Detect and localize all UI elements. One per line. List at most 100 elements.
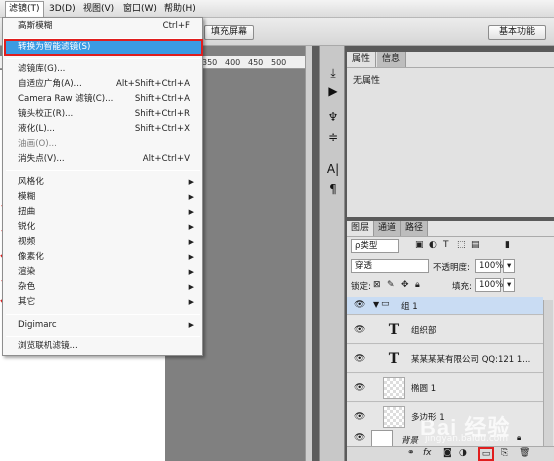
link-layers-icon[interactable]: ⚭ <box>407 448 415 458</box>
menu-filter[interactable]: 滤镜(T) <box>5 1 44 18</box>
layer-group-row[interactable]: 👁︎ ▼ ▭ 组 1 <box>347 297 543 315</box>
menu-item-video[interactable]: 视频 ▶ <box>3 235 202 250</box>
submenu-arrow-icon: ▶ <box>188 298 194 306</box>
new-layer-icon[interactable]: ⎘ <box>501 448 508 458</box>
delete-layer-icon[interactable]: 🗑︎ <box>519 448 530 458</box>
lock-label: 锁定: <box>351 282 371 292</box>
tab-paths[interactable]: 路径 <box>401 221 429 236</box>
menu-item-label: 扭曲 <box>18 207 36 217</box>
menu-item-label: 液化(L)... <box>18 124 55 134</box>
lock-pixels-icon[interactable]: ✎ <box>387 280 395 290</box>
blend-mode-select[interactable]: 穿透 <box>351 259 429 273</box>
type-layer-icon: T <box>388 322 400 338</box>
ruler-tick: 450 <box>248 58 264 67</box>
opacity-dropdown[interactable]: ▾ <box>503 259 515 273</box>
actions-play-icon[interactable]: ▶ <box>324 82 342 100</box>
lock-all-icon[interactable]: 🔒︎ <box>415 280 420 290</box>
layer-name: 背景 <box>401 436 419 446</box>
submenu-arrow-icon: ▶ <box>188 283 194 291</box>
eye-icon[interactable]: 👁︎ <box>354 433 365 443</box>
menu-item-label: 高斯模糊 <box>18 21 53 31</box>
menu-item-last-filter[interactable]: 高斯模糊 Ctrl+F <box>3 19 202 34</box>
lock-icon: 🔒︎ <box>517 433 522 442</box>
expand-triangle-icon[interactable]: ▼ <box>373 300 379 309</box>
adjustment-filter-icon[interactable]: ◐ <box>429 240 437 250</box>
layer-row[interactable]: 👁︎ T 某某某某有限公司 QQ:121 1... <box>347 345 543 373</box>
menu-item-liquify[interactable]: 液化(L)... Shift+Ctrl+X <box>3 122 202 137</box>
eye-icon[interactable]: 👁︎ <box>354 325 365 335</box>
menu-item-adaptive-wide-angle[interactable]: 自适应广角(A)... Alt+Shift+Ctrl+A <box>3 77 202 92</box>
canvas-scrollbar[interactable] <box>305 46 312 461</box>
menu-item-label: 滤镜库(G)... <box>18 64 66 74</box>
menu-item-convert-smart-filter[interactable]: 转换为智能滤镜(S) <box>4 39 203 56</box>
menu-item-distort[interactable]: 扭曲 ▶ <box>3 205 202 220</box>
lock-transparency-icon[interactable]: ⊠ <box>373 280 381 290</box>
submenu-arrow-icon: ▶ <box>188 253 194 261</box>
layer-kind-filter[interactable]: ρ类型 <box>351 239 399 253</box>
add-mask-icon[interactable]: ◙ <box>443 448 452 458</box>
fill-input[interactable]: 100% <box>475 278 503 292</box>
ruler-tick: 400 <box>225 58 241 67</box>
menu-item-digimarc[interactable]: Digimarc ▶ <box>3 318 202 333</box>
brush-settings-icon[interactable]: ≑ <box>324 128 342 146</box>
menu-window[interactable]: 窗口(W) <box>120 2 160 16</box>
brush-icon[interactable]: ♆ <box>324 108 342 126</box>
fx-icon[interactable]: fx <box>423 448 432 458</box>
menu-item-blur[interactable]: 模糊 ▶ <box>3 190 202 205</box>
opacity-input[interactable]: 100% <box>475 259 503 273</box>
eye-icon[interactable]: 👁︎ <box>354 300 365 310</box>
eye-icon[interactable]: 👁︎ <box>354 412 365 422</box>
menu-item-label: 其它 <box>18 297 36 307</box>
fill-screen-button[interactable]: 填充屏幕 <box>204 25 254 40</box>
menu-item-other[interactable]: 其它 ▶ <box>3 295 202 310</box>
new-group-icon[interactable]: ▭ <box>478 447 494 461</box>
tab-channels[interactable]: 通道 <box>374 221 402 236</box>
shape-layer-thumbnail <box>383 406 405 428</box>
tab-info[interactable]: 信息 <box>377 52 407 67</box>
menu-bar: 滤镜(T) 3D(D) 视图(V) 窗口(W) 帮助(H) <box>0 0 554 18</box>
filter-toggle-icon[interactable]: ▮ <box>505 240 510 250</box>
layers-bottom-bar: ⚭ fx ◙ ◑ ▭ ⎘ 🗑︎ <box>347 446 554 461</box>
menu-separator <box>6 170 200 171</box>
menu-item-vanishing-point[interactable]: 消失点(V)... Alt+Ctrl+V <box>3 152 202 167</box>
history-icon[interactable]: ⤓ <box>324 64 342 82</box>
menu-item-pixelate[interactable]: 像素化 ▶ <box>3 250 202 265</box>
smart-object-filter-icon[interactable]: ▤ <box>471 240 480 250</box>
adjustment-layer-icon[interactable]: ◑ <box>459 448 467 458</box>
menu-item-camera-raw[interactable]: Camera Raw 滤镜(C)... Shift+Ctrl+A <box>3 92 202 107</box>
eye-icon[interactable]: 👁︎ <box>354 354 365 364</box>
tab-layers[interactable]: 图层 <box>347 221 375 236</box>
panel-dock-icons: ⤓ ▶ ♆ ≑ A| ¶ <box>319 46 345 461</box>
menu-item-sharpen[interactable]: 锐化 ▶ <box>3 220 202 235</box>
layer-name: 组织部 <box>411 326 437 336</box>
menu-item-stylize[interactable]: 风格化 ▶ <box>3 175 202 190</box>
menu-item-noise[interactable]: 杂色 ▶ <box>3 280 202 295</box>
shape-filter-icon[interactable]: ⬚ <box>457 240 466 250</box>
eye-icon[interactable]: 👁︎ <box>354 383 365 393</box>
menu-item-browse-online-filters[interactable]: 浏览联机滤镜... <box>3 339 202 354</box>
layer-row[interactable]: 👁︎ 椭圆 1 <box>347 374 543 402</box>
type-filter-icon[interactable]: T <box>443 240 449 250</box>
image-filter-icon[interactable]: ▣ <box>415 240 424 250</box>
layers-scrollbar[interactable] <box>543 300 553 446</box>
menu-item-render[interactable]: 渲染 ▶ <box>3 265 202 280</box>
layer-row[interactable]: 👁︎ T 组织部 <box>347 316 543 344</box>
character-icon[interactable]: A| <box>324 160 342 178</box>
properties-content: 无属性 <box>353 76 381 86</box>
lock-position-icon[interactable]: ✥ <box>401 280 409 290</box>
menu-item-oil-paint[interactable]: 油画(O)... <box>3 137 202 152</box>
shortcut: Shift+Ctrl+R <box>134 109 190 119</box>
workspace-button[interactable]: 基本功能 <box>488 25 546 40</box>
submenu-arrow-icon: ▶ <box>188 178 194 186</box>
menu-separator <box>6 38 200 39</box>
menu-help[interactable]: 帮助(H) <box>161 2 199 16</box>
menu-item-filter-gallery[interactable]: 滤镜库(G)... <box>3 62 202 77</box>
ruler-tick: 350 <box>202 58 218 67</box>
menu-item-lens-correction[interactable]: 镜头校正(R)... Shift+Ctrl+R <box>3 107 202 122</box>
tab-properties[interactable]: 属性 <box>347 52 377 67</box>
menu-item-label: 消失点(V)... <box>18 154 65 164</box>
menu-3d[interactable]: 3D(D) <box>46 2 79 16</box>
menu-view[interactable]: 视图(V) <box>80 2 117 16</box>
fill-dropdown[interactable]: ▾ <box>503 278 515 292</box>
paragraph-icon[interactable]: ¶ <box>324 180 342 198</box>
